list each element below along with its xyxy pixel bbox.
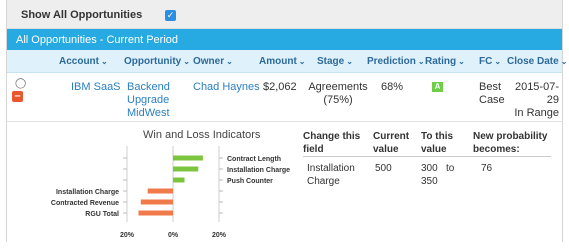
opportunity-detail: Win and Loss Indicators Contract Length I… (7, 121, 562, 242)
column-header-opportunity[interactable]: Opportunity ⌄ (124, 56, 190, 67)
chart-bar (173, 155, 203, 161)
column-header-amount[interactable]: Amount ⌄ (259, 56, 305, 67)
prediction-value: 68% (381, 81, 404, 93)
column-label: Rating (425, 56, 457, 67)
chevron-down-icon: ⌄ (458, 57, 465, 66)
column-header-rating[interactable]: Rating ⌄ (425, 56, 465, 67)
column-label: Opportunity (124, 56, 182, 67)
column-header-close-date[interactable]: Close Date ⌄ (507, 56, 567, 67)
x-tick-label: 20% (120, 232, 135, 239)
header-new-probability: New probability becomes: (473, 131, 548, 155)
show-all-checkbox[interactable]: ✓ (165, 10, 176, 21)
amount-value: $2,062 (263, 81, 297, 93)
whatif-new-probability: 76 (481, 163, 493, 174)
chart-bar (140, 199, 173, 205)
category-label: Contracted Revenue (51, 200, 119, 207)
chevron-down-icon: ⌄ (494, 57, 502, 66)
column-header-account[interactable]: Account ⌄ (59, 56, 108, 67)
x-tick-label: 20% (212, 232, 227, 239)
column-header-owner[interactable]: Owner ⌄ (193, 56, 233, 67)
category-label: Contract Length (227, 156, 281, 163)
column-label: Close Date (507, 56, 559, 67)
divider (303, 156, 551, 157)
show-all-label: Show All Opportunities (21, 9, 143, 21)
category-label: RGU Total (85, 211, 119, 218)
column-label: Account (59, 56, 99, 67)
lightbulb-icon[interactable]: ◯ (15, 78, 26, 89)
win-loss-chart: Contract Length Installation Charge Push C… (51, 146, 290, 239)
column-header-stage[interactable]: Stage ⌄ (317, 56, 353, 67)
collapse-button[interactable]: – (12, 91, 23, 102)
panel-title: All Opportunities - Current Period (16, 34, 179, 46)
chevron-down-icon: ⌄ (183, 57, 190, 66)
opportunities-widget: Show All Opportunities ✓ All Opportuniti… (6, 0, 567, 242)
chart-title: Win and Loss Indicators (143, 129, 261, 141)
panel-header: All Opportunities - Current Period (7, 29, 562, 50)
opportunity-link[interactable]: Backend Upgrade MidWest (127, 81, 170, 120)
fc-value: Best Case (479, 81, 505, 106)
chevron-down-icon: ⌄ (298, 57, 306, 66)
chevron-down-icon: ⌄ (226, 57, 233, 66)
column-label: FC (479, 56, 493, 67)
filter-bar: Show All Opportunities ✓ (7, 0, 562, 29)
header-current-value: Current value (373, 131, 410, 155)
whatif-field: Installation Charge (307, 163, 355, 187)
column-label: Amount (259, 56, 297, 67)
owner-link[interactable]: Chad Haynes (193, 81, 260, 94)
chevron-down-icon: ⌄ (346, 57, 353, 66)
x-tick-label: 0% (168, 232, 179, 239)
stage-value: Agreements (75%) (308, 81, 368, 106)
rating-badge: A (432, 82, 443, 92)
chevron-down-icon: ⌄ (101, 57, 108, 66)
chart-bar (138, 210, 173, 216)
table-row: ◯ – IBM SaaS Backend Upgrade MidWest Chad … (7, 73, 562, 121)
column-header-prediction[interactable]: Prediction ⌄ (367, 56, 425, 67)
table-header: Account ⌄ Opportunity ⌄ Owner ⌄ Amount ⌄ Sta… (7, 50, 567, 73)
category-label: Push Counter (227, 178, 273, 185)
category-label: Installation Charge (227, 167, 290, 174)
chart-bar (147, 188, 173, 194)
whatif-current: 500 (375, 163, 392, 174)
category-label: Installation Charge (56, 189, 119, 196)
chart-bar (173, 166, 199, 172)
chart-bar (173, 177, 185, 183)
column-header-fc[interactable]: FC ⌄ (479, 56, 501, 67)
whatif-to-range[interactable]: 300 to 350 (421, 162, 461, 188)
account-link[interactable]: IBM SaaS (71, 81, 121, 94)
chevron-down-icon: ⌄ (417, 57, 425, 66)
header-to-value: To this value (421, 131, 454, 155)
column-label: Owner (193, 56, 225, 67)
close-date-value: 2015-07-29 In Range (514, 81, 559, 119)
header-change-field: Change this field (303, 131, 361, 155)
chevron-down-icon: ⌄ (560, 57, 568, 66)
column-label: Prediction (367, 56, 416, 67)
column-label: Stage (317, 56, 345, 67)
